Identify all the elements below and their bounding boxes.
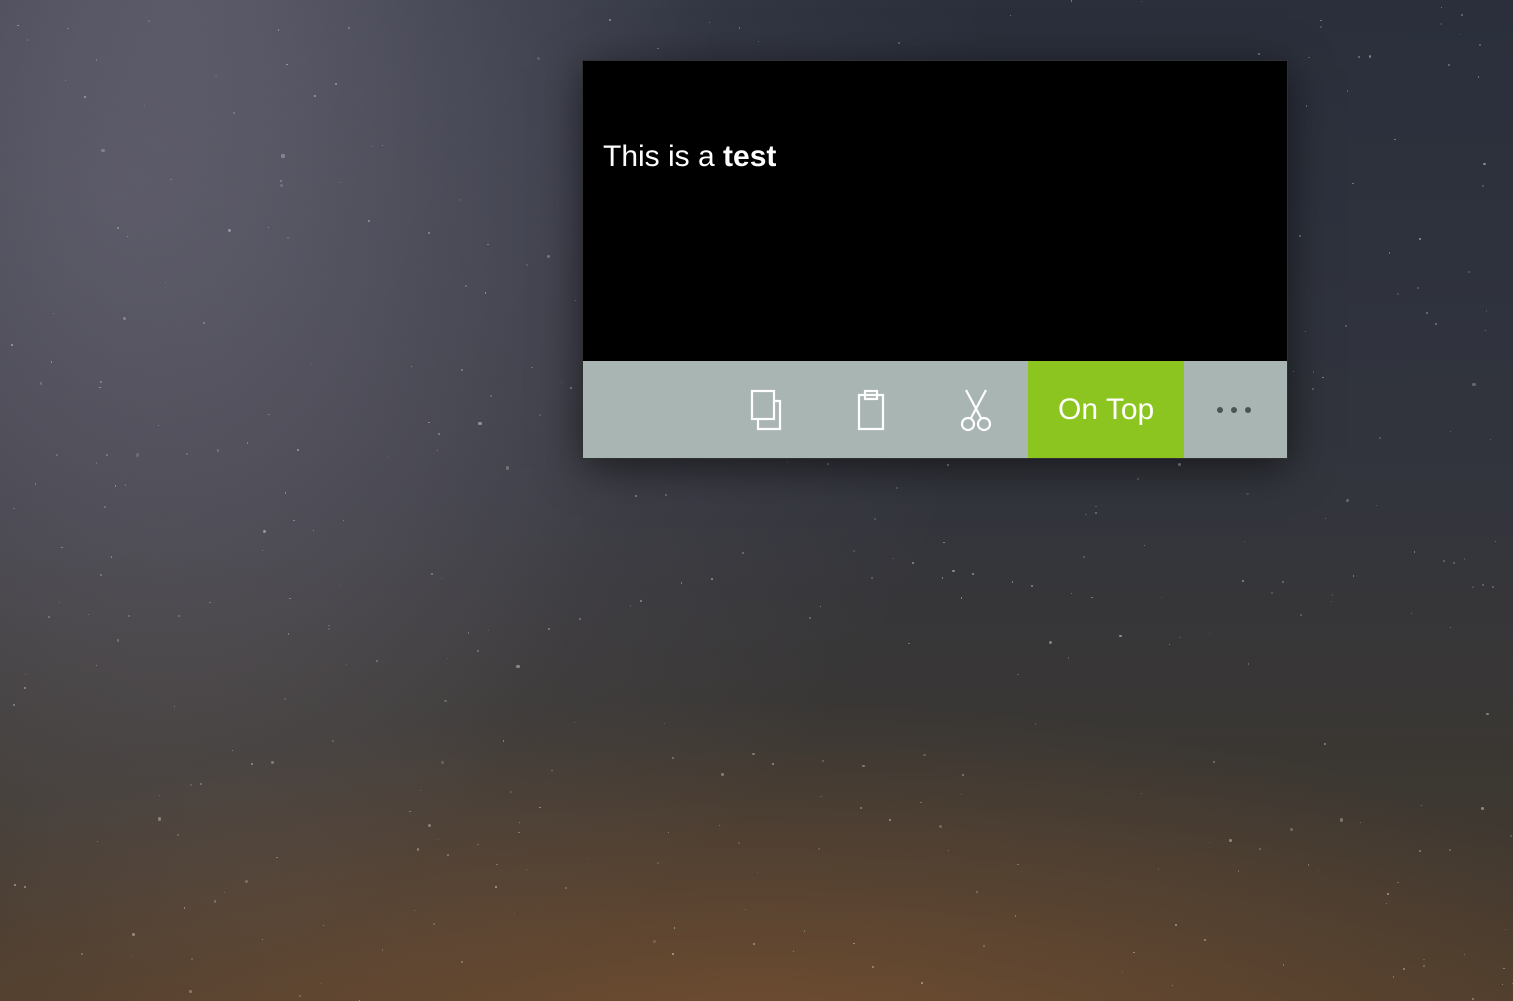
paste-button[interactable] bbox=[818, 361, 923, 458]
on-top-label: On Top bbox=[1058, 393, 1154, 427]
note-toolbar: On Top bbox=[583, 361, 1287, 458]
copy-button[interactable] bbox=[713, 361, 818, 458]
sticky-note-window: This is a test bbox=[582, 60, 1288, 459]
note-text-plain: This is a bbox=[603, 140, 723, 173]
toolbar-spacer bbox=[583, 361, 713, 458]
more-icon bbox=[1213, 407, 1255, 413]
note-text-bold: test bbox=[723, 140, 776, 173]
desktop-wallpaper: This is a test bbox=[0, 0, 1513, 1001]
on-top-button[interactable]: On Top bbox=[1028, 361, 1184, 458]
copy-icon bbox=[746, 389, 786, 431]
more-button[interactable] bbox=[1184, 361, 1283, 458]
cut-icon bbox=[959, 388, 993, 432]
note-content-area[interactable]: This is a test bbox=[583, 61, 1287, 361]
cut-button[interactable] bbox=[923, 361, 1028, 458]
paste-icon bbox=[851, 389, 891, 431]
